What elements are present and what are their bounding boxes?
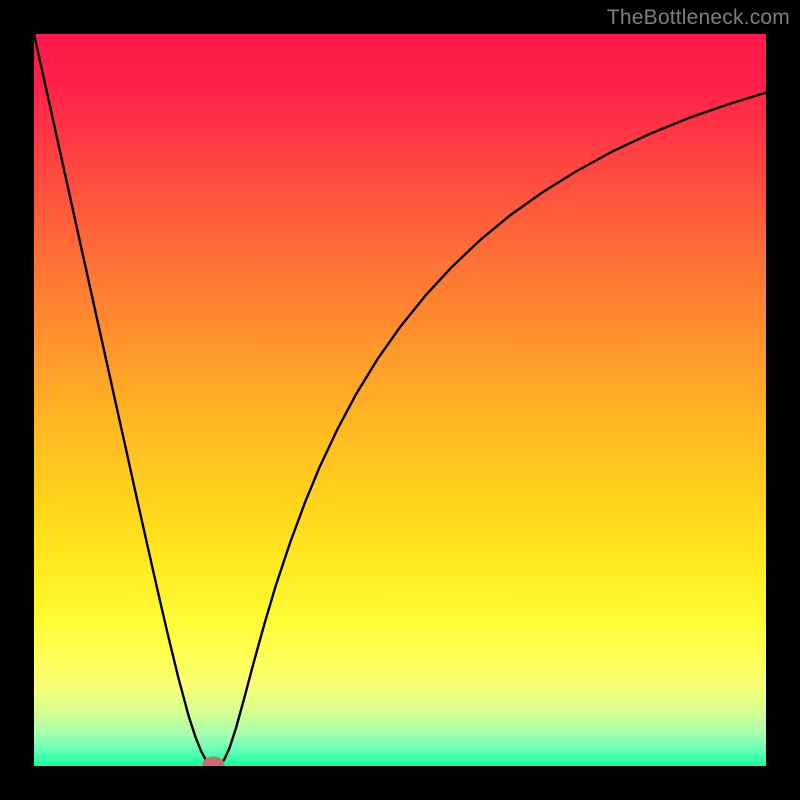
watermark-text: TheBottleneck.com — [607, 6, 790, 30]
gradient-background — [34, 34, 766, 766]
bottleneck-chart — [34, 34, 766, 766]
plot-area — [34, 34, 766, 766]
chart-frame: TheBottleneck.com — [0, 0, 800, 800]
